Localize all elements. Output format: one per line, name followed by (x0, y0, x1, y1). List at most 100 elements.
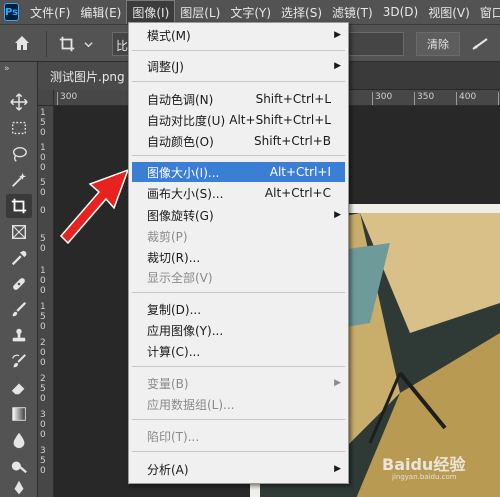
pen-tool-icon[interactable] (6, 476, 32, 497)
ruler-corner[interactable] (38, 90, 54, 106)
menu-image[interactable]: 图像(I) (126, 0, 176, 24)
ruler-tick: 1 0 0 (40, 266, 46, 296)
dodge-tool-icon[interactable] (6, 454, 32, 478)
menu-type[interactable]: 文字(Y) (225, 0, 276, 24)
menu-item-adjustments[interactable]: 调整(J) ▶ (132, 56, 345, 76)
menu-item-label: 变量(B) (147, 376, 189, 391)
ruler-tick: 5 0 (40, 178, 46, 198)
move-tool-icon[interactable] (6, 90, 32, 114)
menu-separator (132, 451, 345, 452)
ruler-tick: 5 0 (40, 234, 46, 254)
menu-window[interactable]: 窗口 (475, 0, 500, 24)
menu-item-label: 图像旋转(G) (147, 208, 214, 223)
submenu-arrow-icon: ▶ (334, 464, 341, 474)
options-field[interactable] (348, 32, 404, 56)
submenu-arrow-icon: ▶ (334, 378, 341, 388)
gradient-tool-icon[interactable] (6, 402, 32, 426)
menu-item-label: 自动色调(N) (147, 92, 214, 107)
lasso-tool-icon[interactable] (6, 142, 32, 166)
menu-item-crop[interactable]: 裁剪(P) (132, 226, 345, 246)
menu-item-shortcut: Alt+Ctrl+I (269, 165, 331, 179)
ruler-tick: 400 (456, 92, 476, 105)
menu-item-label: 调整(J) (147, 59, 184, 74)
menu-separator (132, 50, 345, 51)
submenu-arrow-icon: ▶ (334, 61, 341, 71)
crop-tool-icon[interactable] (6, 194, 32, 218)
crop-tool-preset[interactable] (58, 33, 98, 55)
menu-item-shortcut: Shift+Ctrl+B (254, 134, 331, 148)
submenu-arrow-icon: ▶ (334, 30, 341, 40)
menu-item-variables[interactable]: 变量(B) ▶ (132, 373, 345, 393)
menu-select[interactable]: 选择(S) (276, 0, 327, 24)
straighten-icon[interactable] (470, 34, 490, 54)
magic-wand-tool-icon[interactable] (6, 168, 32, 192)
menu-view[interactable]: 视图(V) (423, 0, 475, 24)
ruler-tick: 1 5 0 (40, 302, 46, 332)
menu-item-label: 自动对比度(U) (147, 113, 226, 128)
ruler-tick: 300 (372, 92, 392, 105)
clear-button[interactable]: 清除 (416, 32, 460, 56)
ruler-tick: 1 0 0 (40, 143, 46, 173)
menu-item-label: 分析(A) (147, 462, 189, 477)
ruler-tick: 0 (40, 206, 46, 216)
menu-item-image-size[interactable]: 图像大小(I)... Alt+Ctrl+I (132, 162, 345, 182)
ruler-tick: 2 0 0 (40, 338, 46, 368)
menu-item-auto-tone[interactable]: 自动色调(N) Shift+Ctrl+L (132, 89, 345, 109)
image-menu-dropdown: 模式(M) ▶ 调整(J) ▶ 自动色调(N) Shift+Ctrl+L 自动对比度(… (128, 22, 349, 484)
options-separator (46, 31, 47, 57)
menu-item-shortcut: Shift+Ctrl+L (255, 92, 331, 106)
menu-item-trap[interactable]: 陷印(T)... (132, 426, 345, 446)
ruler-tick: 2 5 0 (40, 374, 46, 404)
ruler-tick: 3 0 0 (40, 410, 46, 440)
frame-tool-icon[interactable] (6, 220, 32, 244)
menu-item-trim[interactable]: 裁切(R)... (132, 247, 345, 267)
menu-item-analysis[interactable]: 分析(A) ▶ (132, 459, 345, 479)
watermark: Baidu经验 (382, 455, 466, 474)
eraser-tool-icon[interactable] (6, 376, 32, 400)
menu-item-reveal-all[interactable]: 显示全部(V) (132, 267, 345, 287)
menu-item-label: 应用图像(Y)... (147, 323, 224, 338)
healing-brush-tool-icon[interactable] (6, 272, 32, 296)
menu-item-apply-image[interactable]: 应用图像(Y)... (132, 320, 345, 340)
menu-item-label: 计算(C)... (147, 344, 201, 359)
menu-item-canvas-size[interactable]: 画布大小(S)... Alt+Ctrl+C (132, 183, 345, 203)
menu-3d[interactable]: 3D(D) (378, 0, 423, 24)
menu-item-auto-color[interactable]: 自动颜色(O) Shift+Ctrl+B (132, 131, 345, 151)
annotation-arrow (59, 168, 130, 245)
menubar: Ps 文件(F) 编辑(E) 图像(I) 图层(L) 文字(Y) 选择(S) 滤… (0, 0, 500, 24)
menu-item-shortcut: Alt+Shift+Ctrl+L (229, 113, 331, 127)
menu-item-label: 复制(D)... (147, 302, 202, 317)
eyedropper-tool-icon[interactable] (6, 246, 32, 270)
menu-item-label: 模式(M) (147, 28, 191, 43)
clone-stamp-tool-icon[interactable] (6, 324, 32, 348)
menu-separator (132, 292, 345, 293)
menu-edit[interactable]: 编辑(E) (75, 0, 126, 24)
collapse-toolbar-button[interactable]: » (0, 62, 37, 76)
menu-item-label: 显示全部(V) (147, 270, 213, 285)
menu-item-label: 陷印(T)... (147, 429, 200, 444)
photoshop-logo: Ps (4, 3, 20, 21)
menu-item-label: 图像大小(I)... (147, 165, 220, 180)
menu-separator (132, 366, 345, 367)
document-tab[interactable]: 测试图片.png (38, 62, 135, 90)
menu-item-apply-data-set[interactable]: 应用数据组(L)... (132, 394, 345, 414)
ruler-tick: 3 5 0 (40, 446, 46, 476)
menu-item-duplicate[interactable]: 复制(D)... (132, 299, 345, 319)
tools-panel: » (0, 62, 38, 497)
vertical-ruler[interactable]: 1 5 0 1 0 0 5 0 0 5 0 1 0 0 1 5 0 2 0 0 … (38, 106, 54, 497)
home-icon[interactable] (12, 33, 32, 53)
menu-item-image-rotation[interactable]: 图像旋转(G) ▶ (132, 205, 345, 225)
brush-tool-icon[interactable] (6, 298, 32, 322)
marquee-tool-icon[interactable] (6, 116, 32, 140)
menu-item-auto-contrast[interactable]: 自动对比度(U) Alt+Shift+Ctrl+L (132, 110, 345, 130)
history-brush-tool-icon[interactable] (6, 350, 32, 374)
menu-file[interactable]: 文件(F) (25, 0, 75, 24)
submenu-arrow-icon: ▶ (334, 210, 341, 220)
ruler-tick: 300 (57, 92, 77, 105)
menu-layer[interactable]: 图层(L) (175, 0, 225, 24)
blur-tool-icon[interactable] (6, 428, 32, 452)
menu-item-mode[interactable]: 模式(M) ▶ (132, 25, 345, 45)
menu-filter[interactable]: 滤镜(T) (327, 0, 378, 24)
ruler-tick: 350 (414, 92, 434, 105)
menu-item-calculations[interactable]: 计算(C)... (132, 341, 345, 361)
